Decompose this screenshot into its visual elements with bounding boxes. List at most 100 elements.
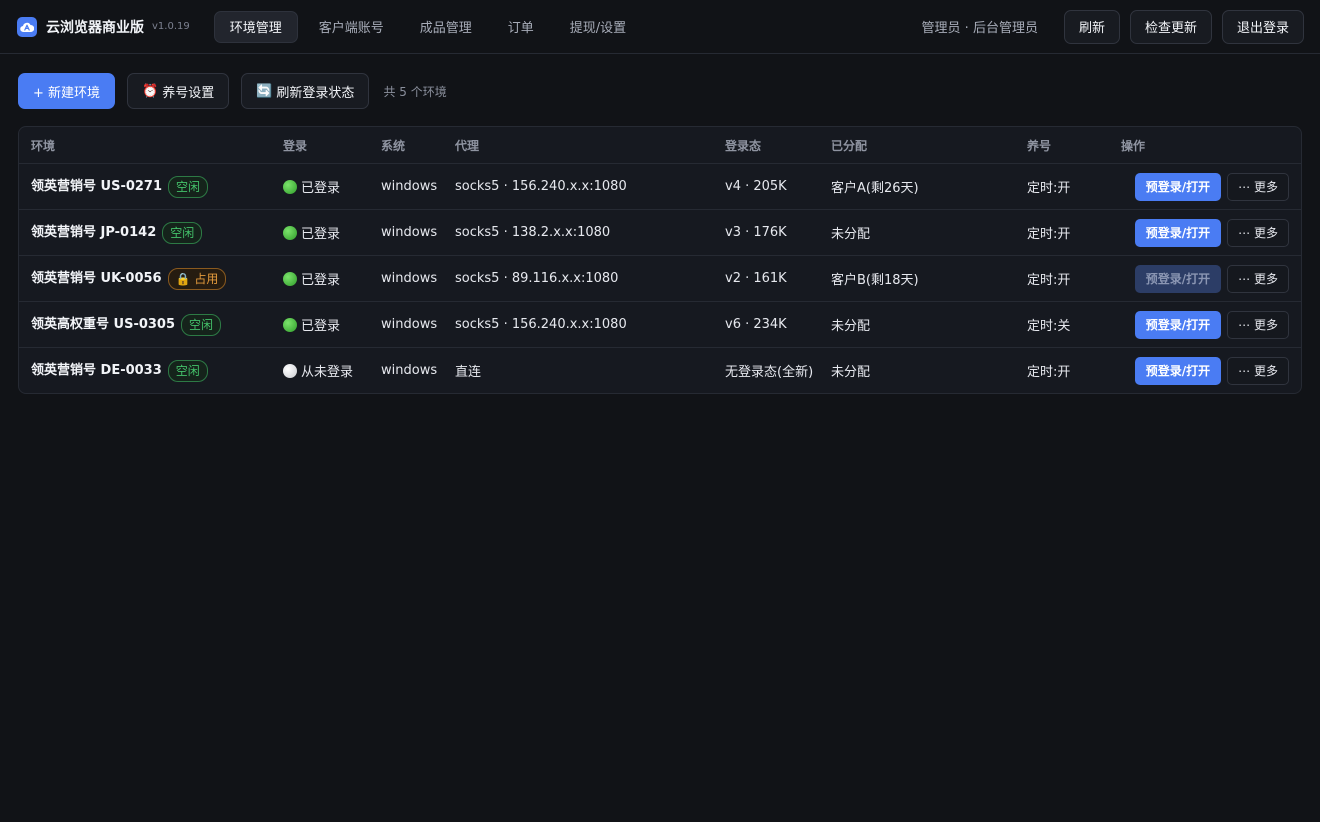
logout-button[interactable]: 退出登录 xyxy=(1221,9,1304,44)
nurture-settings-label: 养号设置 xyxy=(162,85,215,101)
refresh-button[interactable]: 刷新 xyxy=(1063,9,1120,44)
prelogin-open-button[interactable]: 预登录/打开 xyxy=(1134,356,1222,385)
tab-withdraw-settings[interactable]: 提现/设置 xyxy=(555,11,641,43)
session-cell: v3 · 176K xyxy=(713,209,819,256)
proxy-cell: socks5 · 89.116.x.x:1080 xyxy=(443,255,713,302)
env-cell: 领英营销号 US-0271 空闲 xyxy=(19,163,271,210)
cloud-logo-icon xyxy=(17,16,37,37)
login-cell: 从未登录 xyxy=(271,348,369,394)
check-update-button[interactable]: 检查更新 xyxy=(1129,9,1212,44)
tab-env-management[interactable]: 环境管理 xyxy=(213,10,298,43)
login-status: 已登录 xyxy=(301,181,341,196)
table-row: 领英营销号 JP-0142 空闲 已登录 windows socks5 · 138.2.… xyxy=(19,209,1301,256)
more-button[interactable]: ⋯ 更多 xyxy=(1227,264,1289,293)
refresh-login-status-button[interactable]: 🔄 刷新登录状态 xyxy=(241,73,370,109)
app-version: v1.0.19 xyxy=(152,21,190,32)
actions-cell: 预登录/打开 ⋯ 更多 xyxy=(1109,163,1301,210)
env-status-badge: 空闲 xyxy=(168,175,209,198)
login-status: 已登录 xyxy=(301,273,341,288)
table-row: 领英营销号 UK-0056 🔒 占用 已登录 windows socks5 · 89.1… xyxy=(19,255,1301,302)
proxy-cell: socks5 · 138.2.x.x:1080 xyxy=(443,209,713,256)
env-status-badge: 空闲 xyxy=(181,313,222,336)
env-name: 领英营销号 JP-0142 xyxy=(31,225,157,241)
env-cell: 领英高权重号 US-0305 空闲 xyxy=(19,301,271,348)
proxy-cell: socks5 · 156.240.x.x:1080 xyxy=(443,301,713,348)
table-row: 领英营销号 US-0271 空闲 已登录 windows socks5 · 156.24… xyxy=(19,163,1301,210)
more-button[interactable]: ⋯ 更多 xyxy=(1227,172,1289,201)
os-cell: windows xyxy=(369,209,443,256)
col-header-nurture: 养号 xyxy=(1015,127,1109,164)
refresh-icon: 🔄 xyxy=(256,83,273,99)
actions-cell: 预登录/打开 ⋯ 更多 xyxy=(1109,255,1301,302)
green-circle-icon xyxy=(283,226,297,240)
more-button[interactable]: ⋯ 更多 xyxy=(1227,310,1289,339)
login-status: 已登录 xyxy=(301,227,341,242)
col-header-assigned: 已分配 xyxy=(819,127,1015,164)
env-status-badge: 🔒 占用 xyxy=(167,267,227,290)
toolbar: + 新建环境 ⏰ 养号设置 🔄 刷新登录状态 共 5 个环境 xyxy=(0,54,1320,109)
session-cell: v6 · 234K xyxy=(713,301,819,348)
env-cell: 领英营销号 UK-0056 🔒 占用 xyxy=(19,255,271,302)
session-cell: v2 · 161K xyxy=(713,255,819,302)
env-name: 领英高权重号 US-0305 xyxy=(31,317,176,333)
col-header-os: 系统 xyxy=(369,127,443,164)
assigned-cell: 未分配 xyxy=(831,365,871,380)
grey-circle-icon xyxy=(283,364,297,378)
row-actions: 预登录/打开 ⋯ 更多 xyxy=(1121,218,1301,247)
login-status: 已登录 xyxy=(301,319,341,334)
prelogin-open-button[interactable]: 预登录/打开 xyxy=(1134,310,1222,339)
os-cell: windows xyxy=(369,255,443,302)
login-cell: 已登录 xyxy=(271,209,369,256)
col-header-environment: 环境 xyxy=(19,127,271,164)
row-actions: 预登录/打开 ⋯ 更多 xyxy=(1121,356,1301,385)
login-cell: 已登录 xyxy=(271,255,369,302)
nurture-cell: 定时:开 xyxy=(1027,365,1071,380)
brand: 云浏览器商业版 v1.0.19 xyxy=(17,16,190,37)
actions-cell: 预登录/打开 ⋯ 更多 xyxy=(1109,209,1301,256)
login-cell: 已登录 xyxy=(271,163,369,210)
login-status: 从未登录 xyxy=(301,365,354,380)
nurture-cell: 定时:开 xyxy=(1015,255,1109,302)
tab-orders[interactable]: 订单 xyxy=(493,11,549,43)
app-name: 云浏览器商业版 xyxy=(46,19,144,36)
os-cell: windows xyxy=(369,163,443,210)
env-status-badge: 空闲 xyxy=(162,221,203,244)
actions-cell: 预登录/打开 ⋯ 更多 xyxy=(1109,301,1301,348)
alarm-clock-icon: ⏰ xyxy=(142,83,159,99)
row-actions: 预登录/打开 ⋯ 更多 xyxy=(1121,264,1301,293)
os-cell: windows xyxy=(381,363,438,378)
col-header-login: 登录 xyxy=(271,127,369,164)
green-circle-icon xyxy=(283,272,297,286)
env-name: 领英营销号 UK-0056 xyxy=(31,271,162,287)
new-environment-button[interactable]: + 新建环境 xyxy=(18,73,116,109)
more-button[interactable]: ⋯ 更多 xyxy=(1227,218,1289,247)
current-user: 管理员 · 后台管理员 xyxy=(921,21,1038,36)
prelogin-open-button[interactable]: 预登录/打开 xyxy=(1134,172,1222,201)
more-button[interactable]: ⋯ 更多 xyxy=(1227,356,1289,385)
environment-table: 环境 登录 系统 代理 登录态 已分配 养号 操作 领英营销号 US-0271 空… xyxy=(18,126,1302,394)
env-cell: 领英营销号 DE-0033 空闲 xyxy=(19,348,271,394)
login-cell: 已登录 xyxy=(271,301,369,348)
env-name: 领英营销号 DE-0033 xyxy=(31,363,162,379)
refresh-login-status-label: 刷新登录状态 xyxy=(276,85,355,101)
assigned-cell: 客户B(剩18天) xyxy=(819,255,1015,302)
nurture-settings-button[interactable]: ⏰ 养号设置 xyxy=(127,73,230,109)
nurture-cell: 定时:开 xyxy=(1015,209,1109,256)
proxy-cell: 直连 xyxy=(455,365,482,380)
session-cell: v4 · 205K xyxy=(713,163,819,210)
assigned-cell: 客户A(剩26天) xyxy=(819,163,1015,210)
top-bar: 云浏览器商业版 v1.0.19 环境管理 客户端账号 成品管理 订单 提现/设置… xyxy=(0,0,1320,54)
row-actions: 预登录/打开 ⋯ 更多 xyxy=(1121,310,1301,339)
nurture-cell: 定时:开 xyxy=(1015,163,1109,210)
prelogin-open-button[interactable]: 预登录/打开 xyxy=(1134,218,1222,247)
env-cell: 领英营销号 JP-0142 空闲 xyxy=(19,209,271,256)
env-status-badge: 空闲 xyxy=(167,359,208,382)
tab-client-accounts[interactable]: 客户端账号 xyxy=(304,11,399,43)
tab-product-management[interactable]: 成品管理 xyxy=(405,11,487,43)
green-circle-icon xyxy=(283,180,297,194)
col-header-session: 登录态 xyxy=(713,127,819,164)
table-row: 领英高权重号 US-0305 空闲 已登录 windows socks5 · 156.2… xyxy=(19,301,1301,348)
nurture-cell: 定时:关 xyxy=(1015,301,1109,348)
actions-cell: 预登录/打开 ⋯ 更多 xyxy=(1109,348,1301,394)
main-nav: 环境管理 客户端账号 成品管理 订单 提现/设置 xyxy=(213,10,647,43)
